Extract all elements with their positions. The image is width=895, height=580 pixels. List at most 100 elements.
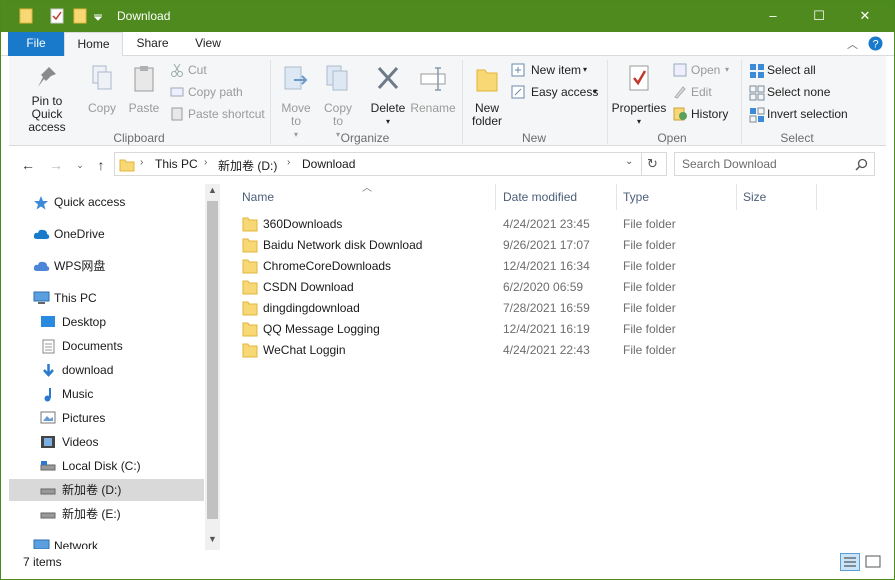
search-icon <box>855 158 868 171</box>
details-view-icon[interactable] <box>840 553 860 571</box>
folder-icon <box>242 238 258 253</box>
nav-item-quick-access[interactable]: Quick access <box>9 191 204 213</box>
new-group-label: New <box>521 131 546 145</box>
new-folder-quick-icon[interactable] <box>73 8 87 24</box>
breadcrumb-download[interactable]: Download <box>302 157 355 171</box>
properties-quick-icon[interactable] <box>50 8 64 24</box>
edit-icon <box>674 86 686 99</box>
tab-share[interactable]: Share <box>125 32 180 56</box>
breadcrumb-separator-icon[interactable]: › <box>204 157 207 168</box>
forward-arrow-icon[interactable]: → <box>46 155 66 175</box>
select-group-label: Select <box>780 131 814 145</box>
close-button[interactable]: ✕ <box>842 1 888 31</box>
customize-quick-access-icon[interactable] <box>93 13 103 29</box>
column-header-date-modified[interactable]: Date modified <box>503 184 577 210</box>
edit-label: Edit <box>691 85 712 99</box>
maximize-button[interactable]: ☐ <box>796 1 842 31</box>
nav-item-drive-e[interactable]: 新加卷 (E:) <box>9 503 204 525</box>
item-count: 7 items <box>23 555 62 569</box>
nav-item-videos[interactable]: Videos <box>9 431 204 453</box>
folder-icon <box>242 301 258 316</box>
new-folder-label: New folder <box>471 101 503 128</box>
scroll-down-icon[interactable]: ▼ <box>208 534 217 544</box>
column-divider[interactable] <box>495 184 496 210</box>
nav-item-desktop[interactable]: Desktop <box>9 311 204 333</box>
delete-x-icon <box>377 66 399 90</box>
nav-label: Desktop <box>62 315 107 329</box>
nav-item-onedrive[interactable]: OneDrive <box>9 223 204 245</box>
file-type: File folder <box>623 217 676 231</box>
address-field[interactable]: › This PC › 新加卷 (D:) › Download ⌄ ↻ <box>114 152 667 176</box>
column-divider[interactable] <box>816 184 817 210</box>
nav-item-network[interactable]: Network <box>9 535 204 549</box>
file-row[interactable]: ChromeCoreDownloads 12/4/2021 16:34 File… <box>237 256 757 277</box>
large-icons-view-icon[interactable] <box>863 553 883 571</box>
file-row[interactable]: CSDN Download 6/2/2020 06:59 File folder <box>237 277 757 298</box>
copy-button[interactable]: Copy <box>85 64 119 115</box>
cut-label: Cut <box>188 63 207 77</box>
column-header-type[interactable]: Type <box>623 184 649 210</box>
documents-icon <box>42 339 55 354</box>
nav-item-documents[interactable]: Documents <box>9 335 204 357</box>
cloud-icon <box>33 229 50 239</box>
recent-locations-chevron-icon[interactable]: ⌄ <box>70 155 90 175</box>
folder-icon <box>19 8 33 24</box>
tab-home[interactable]: Home <box>64 32 123 57</box>
copy-path-icon <box>170 87 184 97</box>
tab-file[interactable]: File <box>8 32 64 56</box>
select-none-label: Select none <box>767 85 831 99</box>
nav-item-download[interactable]: download <box>9 359 204 381</box>
file-type: File folder <box>623 322 676 336</box>
file-name: WeChat Loggin <box>263 343 346 357</box>
file-row[interactable]: WeChat Loggin 4/24/2021 22:43 File folde… <box>237 340 757 361</box>
rename-button[interactable]: Rename <box>409 64 457 115</box>
status-bar: 7 items <box>9 551 886 573</box>
paste-button[interactable]: Paste <box>125 64 163 115</box>
column-divider[interactable] <box>736 184 737 210</box>
search-box[interactable]: Search Download <box>674 152 875 176</box>
new-item-label: New item <box>531 63 582 77</box>
pin-to-quick-access-button[interactable]: Pin to Quick access <box>13 64 81 134</box>
file-row[interactable]: 360Downloads 4/24/2021 23:45 File folder <box>237 214 757 235</box>
column-header-size[interactable]: Size <box>743 184 766 210</box>
file-type: File folder <box>623 343 676 357</box>
file-row[interactable]: QQ Message Logging 12/4/2021 16:19 File … <box>237 319 757 340</box>
scroll-up-icon[interactable]: ▲ <box>208 185 217 195</box>
nav-label: OneDrive <box>54 227 105 241</box>
move-to-button[interactable]: Move to ▾ <box>277 64 315 141</box>
properties-button[interactable]: Properties ▾ <box>611 64 667 128</box>
breadcrumb-drive-d[interactable]: 新加卷 (D:) <box>218 157 277 174</box>
back-arrow-icon[interactable]: ← <box>18 155 38 175</box>
copy-to-button[interactable]: Copy to ▾ <box>319 64 357 141</box>
minimize-button[interactable]: – <box>750 1 796 31</box>
new-item-icon <box>511 63 525 77</box>
help-icon[interactable]: ? <box>868 36 883 51</box>
rename-label: Rename <box>410 101 456 115</box>
properties-check-icon <box>629 65 649 91</box>
column-header-name[interactable]: Name <box>242 184 274 210</box>
up-arrow-icon[interactable]: ↑ <box>91 155 111 175</box>
file-row[interactable]: dingdingdownload 7/28/2021 16:59 File fo… <box>237 298 757 319</box>
file-row[interactable]: Baidu Network disk Download 9/26/2021 17… <box>237 235 757 256</box>
breadcrumb-this-pc[interactable]: This PC <box>155 157 198 171</box>
tab-view[interactable]: View <box>182 32 234 56</box>
refresh-icon[interactable]: ↻ <box>647 156 658 172</box>
nav-item-wps-cloud[interactable]: WPS网盘 <box>9 255 204 277</box>
search-input[interactable]: Search Download <box>682 157 777 171</box>
column-divider[interactable] <box>616 184 617 210</box>
delete-button[interactable]: Delete ▾ <box>367 64 409 128</box>
breadcrumb-separator-icon[interactable]: › <box>287 157 290 168</box>
address-history-chevron-icon[interactable]: ⌄ <box>625 156 633 167</box>
copy-icon <box>92 65 112 90</box>
chevron-up-icon[interactable]: ︿ <box>847 36 858 52</box>
nav-item-pictures[interactable]: Pictures <box>9 407 204 429</box>
nav-item-this-pc[interactable]: This PC <box>9 287 204 309</box>
ribbon: Pin to Quick access Copy Paste Cut Copy … <box>9 56 886 146</box>
nav-item-music[interactable]: Music <box>9 383 204 405</box>
nav-item-drive-d[interactable]: 新加卷 (D:) <box>9 479 204 501</box>
navigation-scrollbar[interactable]: ▲ ▼ <box>205 184 220 550</box>
new-folder-button[interactable]: New folder <box>465 64 509 128</box>
nav-item-local-disk-c[interactable]: Local Disk (C:) <box>9 455 204 477</box>
sort-ascending-icon: ︿ <box>362 183 372 194</box>
scrollbar-thumb[interactable] <box>207 201 218 519</box>
